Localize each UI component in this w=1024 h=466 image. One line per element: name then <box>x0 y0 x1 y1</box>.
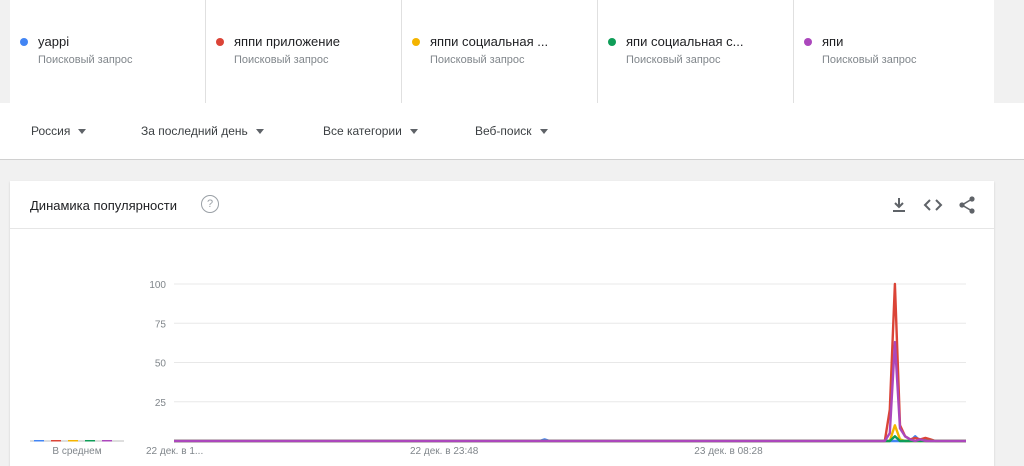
x-tick-label: 22 дек. в 1... <box>146 446 203 457</box>
chevron-down-icon <box>78 129 87 135</box>
y-tick-label: 100 <box>149 280 166 291</box>
search-type-filter-label: Веб-поиск <box>475 124 532 138</box>
chevron-down-icon <box>255 129 264 135</box>
search-term-name: япи <box>822 34 844 49</box>
series-color-dot <box>216 38 224 46</box>
filters-bar: Россия За последний день Все категории В… <box>0 103 1024 160</box>
region-filter-label: Россия <box>31 124 71 138</box>
series-color-dot <box>608 38 616 46</box>
search-term-type: Поисковый запрос <box>822 54 917 66</box>
search-terms-bar: yappi Поисковый запрос яппи приложение Поис… <box>10 0 994 104</box>
search-term-type: Поисковый запрос <box>430 54 525 66</box>
category-filter[interactable]: Все категории <box>323 124 418 138</box>
chevron-down-icon <box>409 129 418 135</box>
series-line <box>174 340 966 443</box>
series-color-dot <box>20 38 28 46</box>
series-color-dot <box>412 38 420 46</box>
search-term-1[interactable]: yappi Поисковый запрос <box>10 0 206 103</box>
average-label: В среднем <box>52 446 101 457</box>
search-term-3[interactable]: яппи социальная ... Поисковый запрос <box>402 0 598 103</box>
search-term-name: яппи приложение <box>234 34 340 49</box>
region-filter[interactable]: Россия <box>31 124 87 138</box>
interest-over-time-card: Динамика популярности ? 25 50 75 100 22 дек.… <box>10 181 994 466</box>
x-tick-label: 22 дек. в 23:48 <box>410 446 479 457</box>
y-tick-label: 50 <box>155 359 167 370</box>
series-color-dot <box>804 38 812 46</box>
search-term-type: Поисковый запрос <box>626 54 721 66</box>
average-bar <box>51 440 61 442</box>
series-line <box>174 424 966 443</box>
y-tick-label: 75 <box>155 319 167 330</box>
search-term-5[interactable]: япи Поисковый запрос <box>794 0 990 103</box>
category-filter-label: Все категории <box>323 124 402 138</box>
average-bar <box>34 440 44 442</box>
search-type-filter[interactable]: Веб-поиск <box>475 124 548 138</box>
average-bar <box>68 440 78 442</box>
average-bar <box>102 440 112 442</box>
search-term-2[interactable]: яппи приложение Поисковый запрос <box>206 0 402 103</box>
y-tick-label: 25 <box>155 398 167 409</box>
interest-chart: 25 50 75 100 22 дек. в 1... 22 дек. в 23:48 23… <box>30 280 966 457</box>
chevron-down-icon <box>539 129 548 135</box>
search-term-4[interactable]: япи социальная с... Поисковый запрос <box>598 0 794 103</box>
period-filter-label: За последний день <box>141 124 248 138</box>
search-term-type: Поисковый запрос <box>38 54 133 66</box>
search-term-type: Поисковый запрос <box>234 54 329 66</box>
search-term-name: yappi <box>38 34 70 49</box>
search-term-name: яппи социальная ... <box>430 34 549 49</box>
x-tick-label: 23 дек. в 08:28 <box>694 446 763 457</box>
average-bar <box>85 440 95 442</box>
search-term-name: япи социальная с... <box>626 34 744 49</box>
period-filter[interactable]: За последний день <box>141 124 264 138</box>
